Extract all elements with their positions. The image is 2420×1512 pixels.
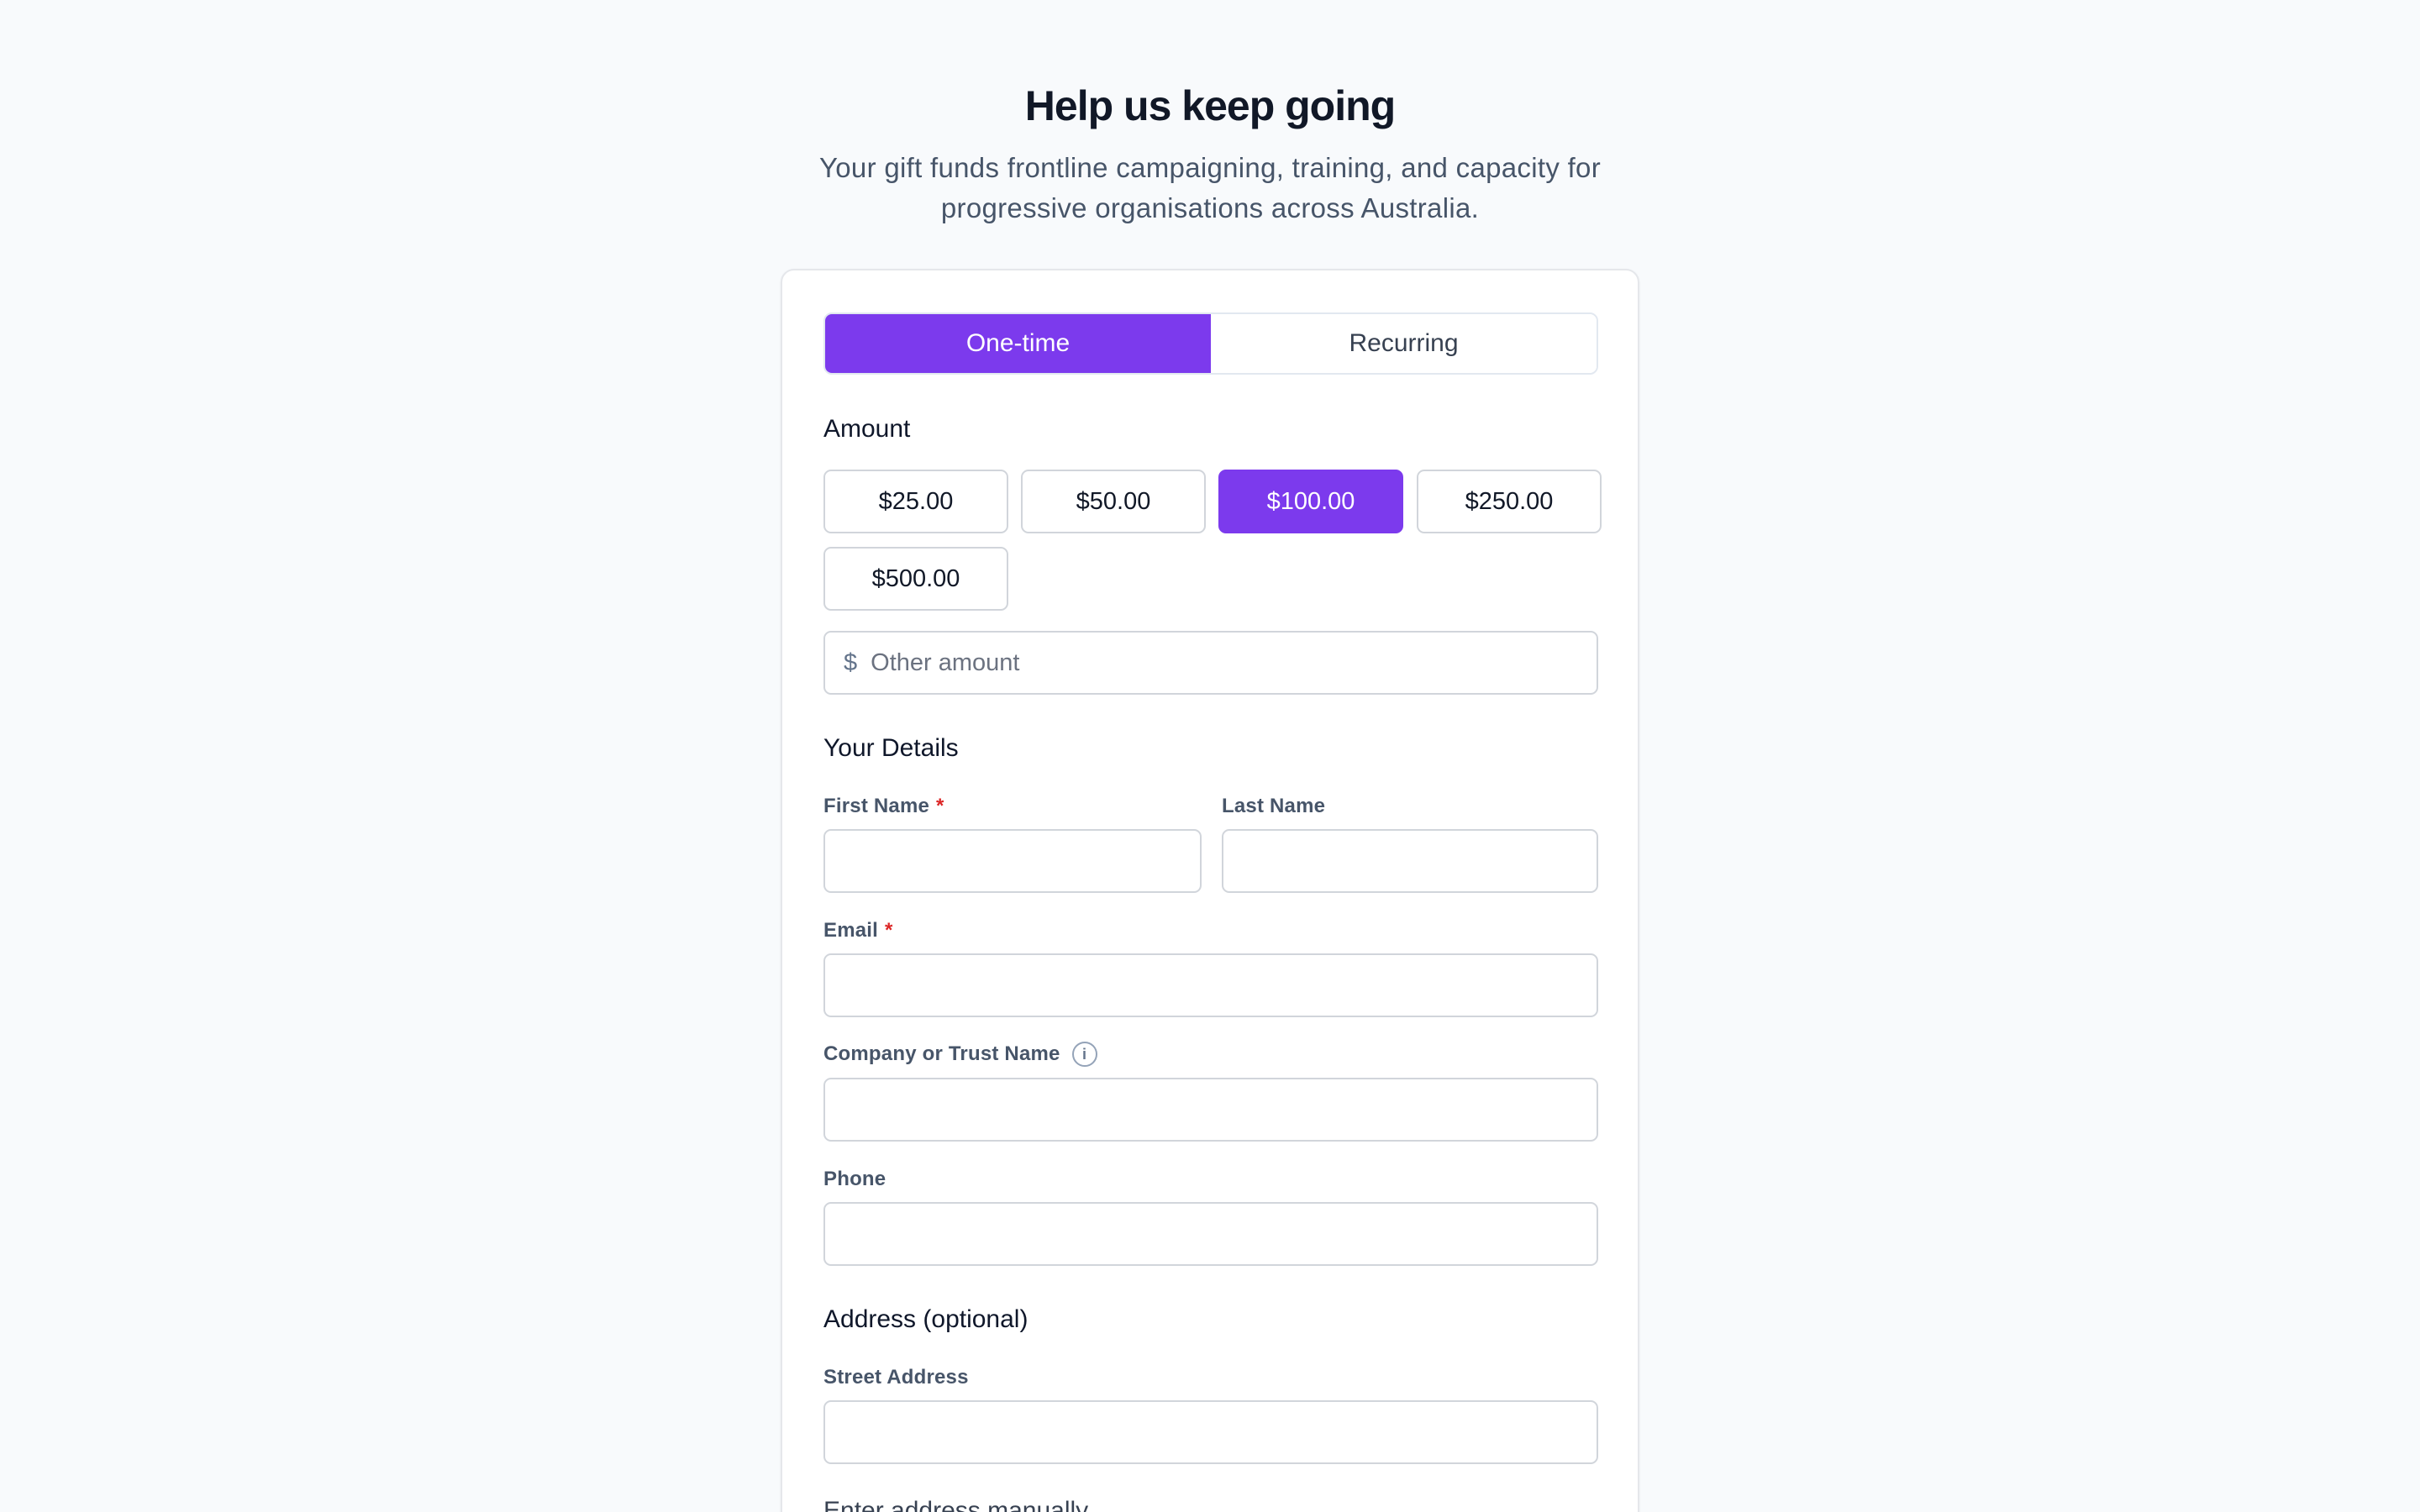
first-name-label: First Name * bbox=[823, 795, 944, 818]
email-label-text: Email bbox=[823, 919, 879, 942]
last-name-label-text: Last Name bbox=[1222, 795, 1326, 817]
required-marker: * bbox=[936, 795, 944, 817]
email-input[interactable] bbox=[825, 955, 1597, 1016]
donation-page: Help us keep going Your gift funds front… bbox=[0, 0, 2420, 1512]
company-label-text: Company or Trust Name bbox=[823, 1042, 1060, 1065]
amount-option-500[interactable]: $500.00 bbox=[823, 547, 1008, 611]
frequency-recurring-button[interactable]: Recurring bbox=[1211, 314, 1597, 373]
amount-label: Amount bbox=[823, 415, 911, 443]
company-input[interactable] bbox=[825, 1079, 1597, 1140]
amount-option-250[interactable]: $250.00 bbox=[1417, 470, 1602, 533]
last-name-label: Last Name bbox=[1222, 795, 1325, 818]
other-amount-input[interactable] bbox=[871, 648, 1560, 677]
other-amount-field: $ bbox=[823, 631, 1598, 695]
page-title: Help us keep going bbox=[1024, 82, 1396, 129]
first-name-label-text: First Name bbox=[823, 795, 930, 817]
amount-option-25[interactable]: $25.00 bbox=[823, 470, 1008, 533]
company-label: Company or Trust Name i bbox=[823, 1042, 1097, 1067]
frequency-one-time-button[interactable]: One-time bbox=[825, 314, 1211, 373]
street-address-input[interactable] bbox=[825, 1402, 1597, 1462]
street-address-label: Street Address bbox=[823, 1366, 969, 1389]
address-label: Address (optional) bbox=[823, 1305, 1028, 1333]
first-name-field bbox=[823, 829, 1202, 893]
phone-label-text: Phone bbox=[823, 1168, 886, 1190]
street-address-label-text: Street Address bbox=[823, 1366, 969, 1389]
email-field bbox=[823, 953, 1598, 1017]
page-subtitle: Your gift funds frontline campaigning, t… bbox=[819, 152, 1601, 223]
enter-address-manually-link[interactable]: Enter address manually bbox=[823, 1497, 1088, 1512]
last-name-input[interactable] bbox=[1223, 831, 1597, 891]
donation-form-card: One-time Recurring Amount $25.00 $50.00 … bbox=[781, 269, 1639, 1512]
last-name-field bbox=[1222, 829, 1598, 893]
your-details-label: Your Details bbox=[823, 734, 959, 762]
currency-prefix: $ bbox=[844, 648, 858, 676]
info-icon[interactable]: i bbox=[1071, 1042, 1097, 1067]
email-label: Email * bbox=[823, 919, 893, 942]
phone-label: Phone bbox=[823, 1168, 886, 1191]
first-name-input[interactable] bbox=[825, 831, 1200, 891]
phone-input[interactable] bbox=[825, 1204, 1597, 1264]
company-field bbox=[823, 1078, 1598, 1142]
amount-option-50[interactable]: $50.00 bbox=[1021, 470, 1206, 533]
frequency-toggle: One-time Recurring bbox=[823, 312, 1598, 375]
amount-option-100[interactable]: $100.00 bbox=[1218, 470, 1403, 533]
phone-field bbox=[823, 1202, 1598, 1266]
street-address-field bbox=[823, 1400, 1598, 1464]
required-marker: * bbox=[885, 919, 893, 942]
